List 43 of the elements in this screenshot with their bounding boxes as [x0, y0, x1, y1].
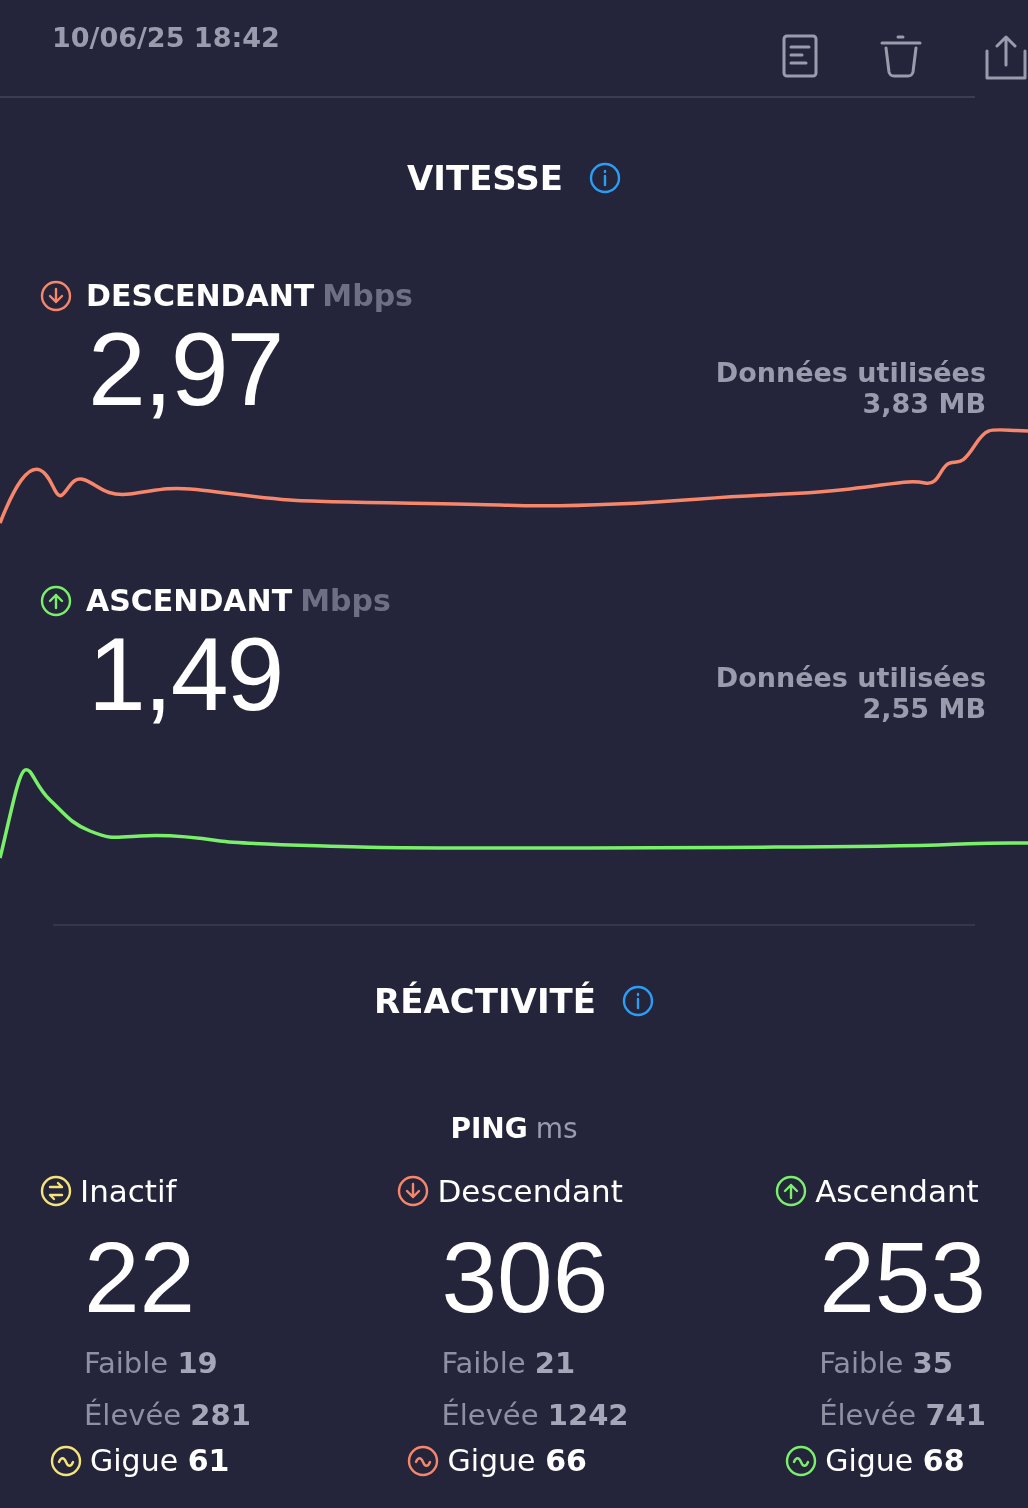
low-latency-text: Faible 19 — [84, 1345, 218, 1382]
data-used-value: 3,83 MB — [862, 388, 986, 419]
metric-label: ASCENDANT — [86, 583, 293, 618]
ping-type-label: Descendant — [437, 1173, 623, 1209]
jitter-text: Gigue 66 — [447, 1443, 587, 1478]
jitter-text: Gigue 68 — [825, 1443, 965, 1478]
info-icon[interactable] — [589, 162, 622, 194]
share-icon[interactable] — [984, 34, 1028, 80]
low-latency-text: Faible 35 — [819, 1345, 953, 1382]
data-used-label: Données utilisées — [715, 357, 986, 388]
ping-type-label: Ascendant — [815, 1173, 979, 1209]
arrow-up-icon — [775, 1175, 808, 1207]
document-icon[interactable] — [782, 34, 818, 80]
speed-value: 1,49 — [88, 622, 283, 726]
high-latency-text: Élevée 741 — [819, 1397, 986, 1434]
data-used-label: Données utilisées — [715, 662, 986, 693]
ping-label: PING — [450, 1112, 528, 1145]
ping-value: 253 — [819, 1227, 986, 1327]
trash-icon[interactable] — [880, 34, 922, 80]
info-icon[interactable] — [621, 985, 654, 1017]
section-title: VITESSE — [406, 158, 564, 198]
timestamp: 10/06/25 18:42 — [52, 22, 280, 53]
arrow-down-icon — [40, 279, 72, 312]
arrow-down-icon — [397, 1175, 430, 1207]
unit-label: ms — [535, 1112, 578, 1145]
unit-label: Mbps — [300, 583, 391, 618]
ping-type-label: Inactif — [80, 1173, 177, 1209]
section-title: RÉACTIVITÉ — [374, 981, 596, 1021]
unit-label: Mbps — [322, 278, 413, 313]
ping-value: 22 — [84, 1227, 196, 1327]
wave-icon — [407, 1444, 440, 1477]
wave-icon — [785, 1444, 818, 1477]
metric-label: DESCENDANT — [86, 278, 315, 313]
data-used-value: 2,55 MB — [862, 693, 986, 724]
high-latency-text: Élevée 281 — [84, 1397, 251, 1434]
jitter-text: Gigue 61 — [90, 1443, 230, 1478]
low-latency-text: Faible 21 — [441, 1345, 576, 1382]
ping-value: 306 — [441, 1227, 609, 1327]
swap-arrows-icon — [40, 1175, 72, 1207]
wave-icon — [50, 1444, 82, 1477]
high-latency-text: Élevée 1242 — [441, 1397, 629, 1434]
arrow-up-icon — [40, 584, 72, 617]
speed-value: 2,97 — [88, 317, 283, 421]
